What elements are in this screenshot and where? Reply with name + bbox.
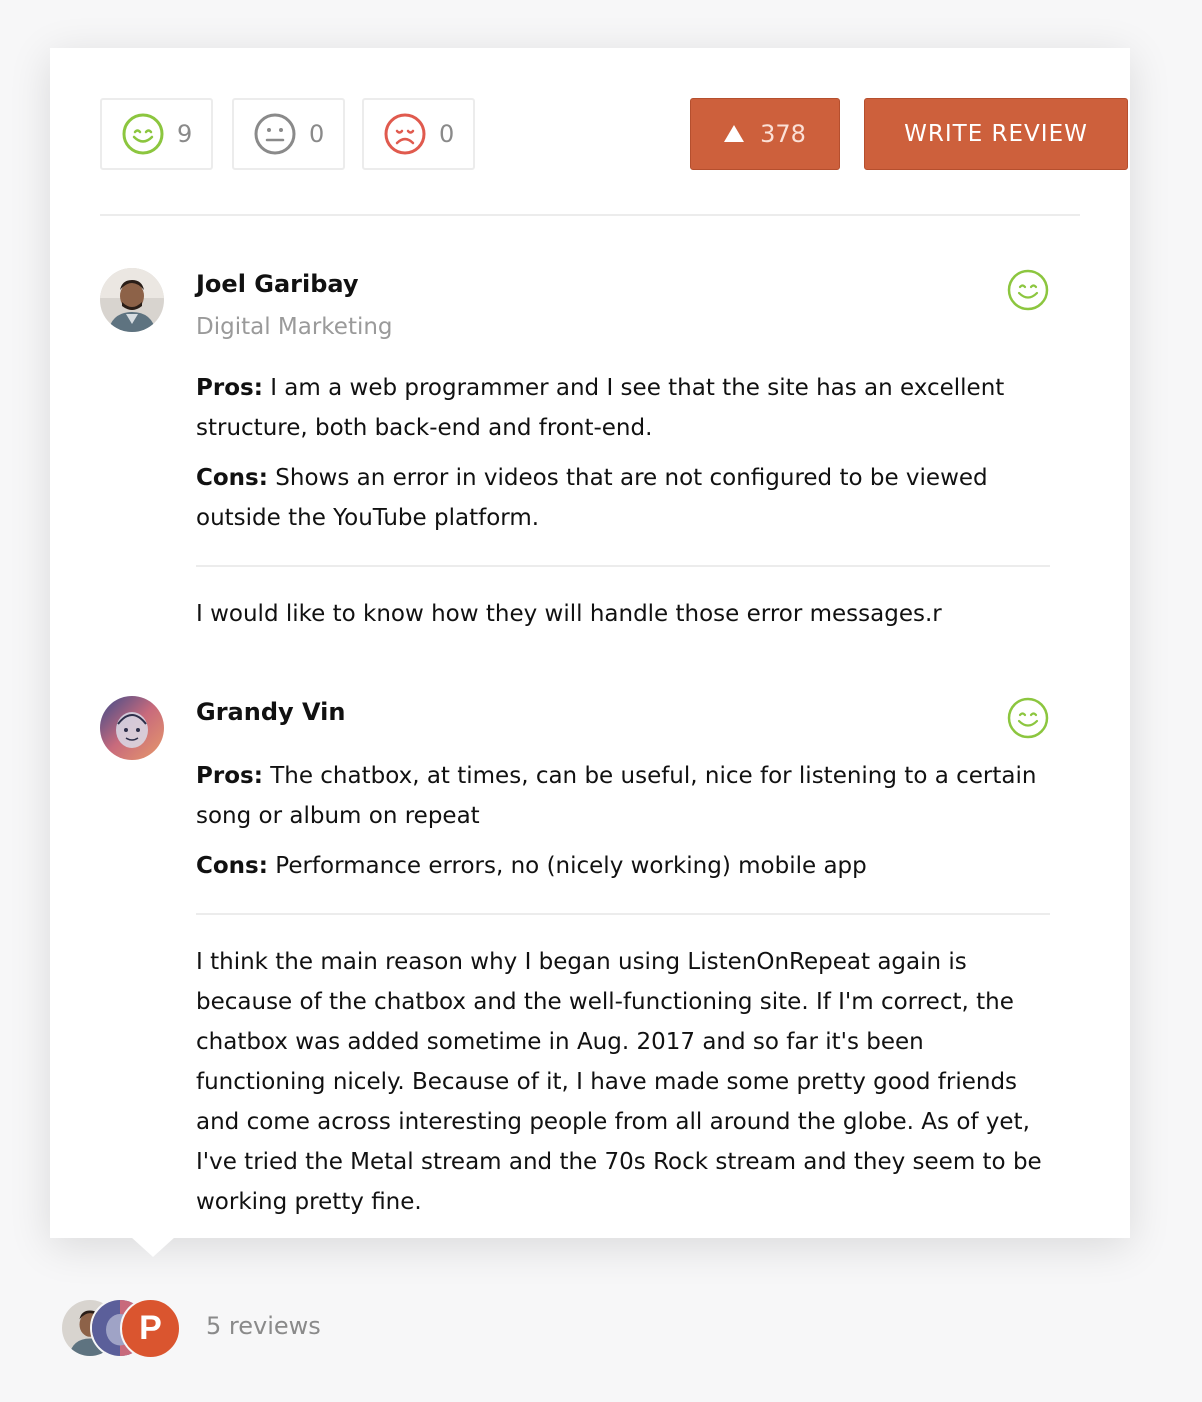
pros-body: I am a web programmer and I see that the… (196, 375, 1005, 441)
reviewer-name[interactable]: Grandy Vin (196, 698, 345, 726)
smile-icon (1007, 269, 1049, 311)
neutral-vote-count: 0 (309, 120, 325, 148)
cons-body: Performance errors, no (nicely working) … (267, 853, 867, 879)
sad-face-icon (384, 113, 426, 155)
cons-body: Shows an error in videos that are not co… (196, 465, 988, 531)
review-divider (196, 913, 1050, 915)
reviews-count-link[interactable]: 5 reviews (206, 1312, 321, 1340)
neutral-face-icon (254, 113, 296, 155)
negative-vote-count: 0 (439, 120, 455, 148)
upvote-button[interactable]: 378 (690, 98, 840, 170)
reviewer-title: Digital Marketing (196, 314, 393, 340)
pros-text: Pros: I am a web programmer and I see th… (196, 368, 1050, 448)
avatar[interactable] (100, 268, 164, 332)
review-comment: I would like to know how they will handl… (196, 601, 942, 627)
neutral-vote-button[interactable]: 0 (232, 98, 345, 170)
product-hunt-logo: P (120, 1298, 181, 1359)
write-review-button[interactable]: WRITE REVIEW (864, 98, 1128, 170)
positive-vote-button[interactable]: 9 (100, 98, 213, 170)
cons-label: Cons: (196, 465, 268, 491)
cons-text: Cons: Shows an error in videos that are … (196, 458, 1050, 538)
pros-label: Pros: (196, 375, 263, 401)
pros-label: Pros: (196, 763, 263, 789)
negative-vote-button[interactable]: 0 (362, 98, 475, 170)
reviews-footer[interactable]: P 5 reviews (60, 1298, 460, 1360)
cons-label: Cons: (196, 853, 268, 879)
card-pointer (131, 1237, 175, 1257)
avatar[interactable] (100, 696, 164, 760)
pros-text: Pros: The chatbox, at times, can be usef… (196, 756, 1050, 836)
review-comment: I think the main reason why I began usin… (196, 949, 1042, 1215)
cons-text: Cons: Performance errors, no (nicely wor… (196, 846, 1050, 886)
pros-body: The chatbox, at times, can be useful, ni… (196, 763, 1037, 829)
review-item: Joel Garibay Digital Marketing Pros: I a… (100, 268, 1080, 628)
upvote-triangle-icon (724, 124, 745, 142)
positive-vote-count: 9 (177, 120, 193, 148)
reviews-card: 9 0 0 378 WRITE REVIEW Joel Garibay Digi… (50, 48, 1130, 1238)
smile-icon (122, 113, 164, 155)
smile-icon (1007, 697, 1049, 739)
review-toolbar: 9 0 0 378 WRITE REVIEW (100, 98, 1128, 170)
review-divider (196, 565, 1050, 567)
toolbar-divider (100, 214, 1080, 216)
review-item: Grandy Vin Pros: The chatbox, at times, … (100, 696, 1080, 1216)
upvote-count: 378 (760, 120, 806, 148)
reviewer-name[interactable]: Joel Garibay (196, 270, 359, 298)
